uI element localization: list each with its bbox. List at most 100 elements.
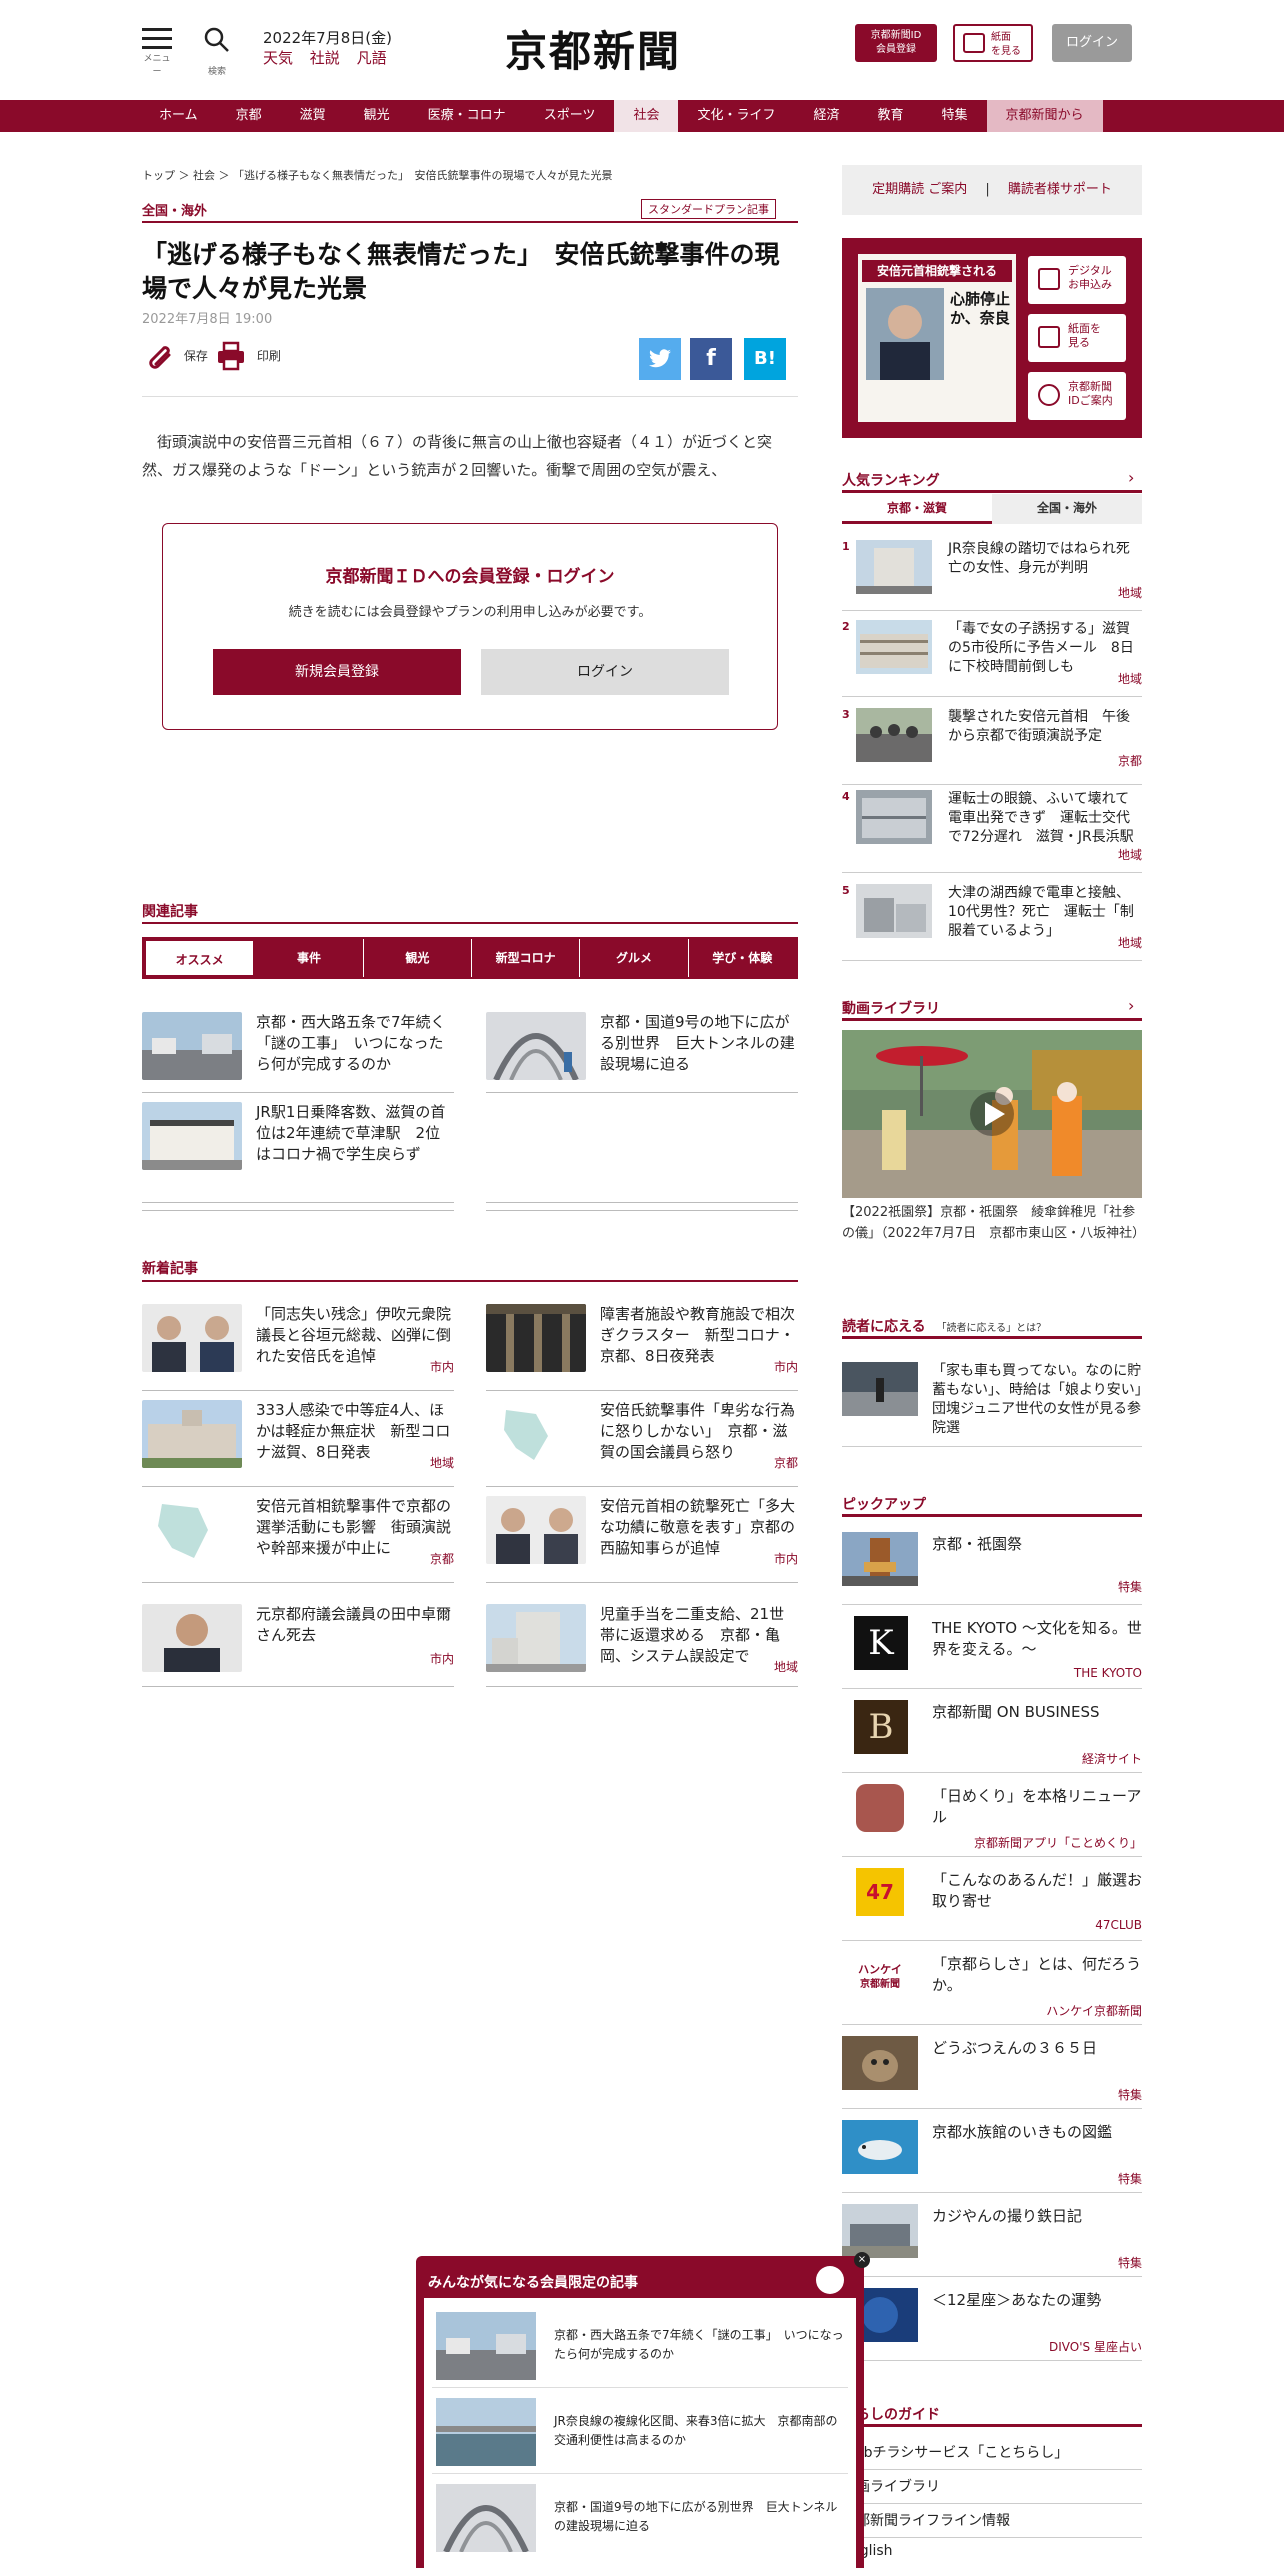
tab-covid[interactable]: 新型コロナ [472,939,581,977]
pickup-item[interactable]: 47 「こんなのあるんだ！」厳選お取り寄せ 47CLUB [842,1868,1142,1941]
pickup-item[interactable]: カジやんの撮り鉄日記 特集 [842,2204,1142,2277]
latest-item-title: 児童手当を二重支給、21世帯に返還求める 京都・亀岡、システム誤設定で [600,1605,785,1665]
member-register-button[interactable]: 京都新聞ID 会員登録 [855,24,937,62]
close-icon[interactable]: × [854,2252,870,2268]
nav-economy[interactable]: 経済 [794,100,858,132]
login-button[interactable]: ログイン [1052,24,1132,62]
chevron-right-icon[interactable]: › [1128,468,1134,487]
pickup-item[interactable]: 京都・祇園祭 特集 [842,1532,1142,1605]
nav-culture-life[interactable]: 文化・ライフ [678,100,794,132]
pickup-item[interactable]: どうぶつえんの３６５日 特集 [842,2036,1142,2109]
reader-item[interactable]: 「家も車も買ってない。なのに貯蓄もない」、時給は「娘より安い」団塊ジュニア世代の… [842,1362,1142,1447]
paper-view-button[interactable]: 紙面 を見る [953,24,1033,62]
quick-link-editorial[interactable]: 社説 [310,49,340,67]
nav-tourism[interactable]: 観光 [345,100,409,132]
ranking-item[interactable]: 5 大津の湖西線で電車と接触、10代男性？死亡 運転士「制服着ているよう」 地域 [842,884,1142,961]
article-category[interactable]: 全国・海外 [142,200,207,219]
nav-kyoto[interactable]: 京都 [217,100,281,132]
id-guide-button[interactable]: 京都新聞 IDご案内 [1028,372,1126,420]
search-button[interactable]: 検索 [200,26,234,77]
ranking-item[interactable]: 4 運転士の眼鏡、ふいて壊れて電車出発できず 運転士交代で72分遅れ 滋賀・JR… [842,790,1142,873]
ranking-item[interactable]: 2 「毒で女の子誘拐する」滋賀の5市役所に予告メール 8日に下校時間前倒しも 地… [842,620,1142,697]
guide-link[interactable]: 動画ライブラリ [842,2470,1142,2504]
site-logo[interactable]: 京都新聞 [505,18,681,79]
reader-about-link[interactable]: 「読者に応える」とは？ [936,1323,1046,1334]
latest-item[interactable]: 障害者施設や教育施設で相次ぎクラスター 新型コロナ・京都、8日夜発表 市内 [486,1304,798,1391]
view-paper-button[interactable]: 紙面を 見る [1028,314,1126,362]
ranking-thumbnail [856,620,932,674]
quick-link-weather[interactable]: 天気 [263,49,293,67]
latest-item[interactable]: 安倍元首相銃撃事件で京都の選挙活動にも影響 街頭演説や幹部来援が中止に 京都 [142,1496,454,1583]
divider [842,1688,1142,1689]
hatena-bookmark-button[interactable]: B! [744,338,786,380]
latest-item-tag: 市内 [773,1360,798,1374]
subscribe-link[interactable]: 定期購読 ご案内 [872,182,967,197]
ranking-item[interactable]: 3 襲撃された安倍元首相 午後から京都で街頭演説予定 京都 [842,708,1142,785]
print-button[interactable]: 印刷 [215,340,281,372]
related-item[interactable]: 京都・国道9号の地下に広がる別世界 巨大トンネルの建設現場に迫る [486,1012,798,1093]
related-item[interactable]: 京都・西大路五条で7年続く「謎の工事」 いつになったら何が完成するのか [142,1012,454,1093]
latest-item-title: 「同志失い残念」伊吹元衆院議長と谷垣元総裁、凶弾に倒れた安倍氏を追悼 [256,1305,452,1365]
pickup-item-tag: DIVO'S 星座占い [1049,2340,1142,2354]
latest-item[interactable]: 333人感染で中等症4人、ほかは軽症か無症状 新型コロナ滋賀、8日発表 地域 [142,1400,454,1487]
digital-apply-button[interactable]: デジタル お申込み [1028,256,1126,304]
printer-icon [218,341,244,371]
twitter-share-button[interactable] [639,338,681,380]
latest-item[interactable]: 安倍氏銃撃事件「卑劣な行為に怒りしかない」 京都・滋賀の国会議員ら怒り 京都 [486,1400,798,1487]
pickup-item[interactable]: ハンケイ 京都新聞 「京都らしさ」とは、何だろうか。 ハンケイ京都新聞 [842,1952,1142,2025]
tab-recommended[interactable]: オススメ [144,939,256,977]
latest-item-title: 安倍氏銃撃事件「卑劣な行為に怒りしかない」 京都・滋賀の国会議員ら怒り [600,1401,796,1461]
gate-login-button[interactable]: ログイン [481,649,729,695]
paper-front-page[interactable]: 安倍元首相銃撃される 心肺停止か、奈良 [858,254,1016,422]
latest-item[interactable]: 「同志失い残念」伊吹元衆院議長と谷垣元総裁、凶弾に倒れた安倍氏を追悼 市内 [142,1304,454,1391]
pickup-item-title: 「日めくり」を本格リニューアル [932,1787,1142,1826]
rank-number: 2 [842,620,850,633]
related-item[interactable]: JR駅1日乗降客数、滋賀の首位は2年連続で草津駅 2位はコロナ禍で学生戻らず [142,1102,454,1203]
pickup-item-tag: 特集 [1117,2088,1142,2102]
guide-link[interactable]: 京都新聞ライフライン情報 [842,2504,1142,2538]
chevron-right-icon[interactable]: › [1128,996,1134,1015]
popup-item[interactable]: 京都・西大路五条で7年続く「謎の工事」 いつになったら何が完成するのか [432,2304,848,2388]
facebook-share-button[interactable]: f [690,338,732,380]
support-link[interactable]: 購読者様サポート [1008,182,1112,197]
video-caption[interactable]: 【2022祇園祭】京都・祇園祭 綾傘鉾稚児「社参の儀」（2022年7月7日 京都… [842,1202,1145,1244]
pickup-item[interactable]: B 京都新聞 ON BUSINESS 経済サイト [842,1700,1142,1773]
new-register-button[interactable]: 新規会員登録 [213,649,461,695]
video-player[interactable] [842,1030,1142,1198]
latest-item[interactable]: 元京都府議会議員の田中卓爾さん死去 市内 [142,1604,454,1687]
nav-home[interactable]: ホーム [140,100,217,132]
ranking-item[interactable]: 1 JR奈良線の踏切ではねられ死亡の女性、身元が判明 地域 [842,540,1142,611]
latest-item[interactable]: 児童手当を二重支給、21世帯に返還求める 京都・亀岡、システム誤設定で 地域 [486,1604,798,1687]
popup-item[interactable]: JR奈良線の複線化区間、来春3倍に拡大 京都南部の交通利便性は高まるのか [432,2390,848,2474]
pickup-item[interactable]: 京都水族館のいきもの図鑑 特集 [842,2120,1142,2193]
pickup-item[interactable]: ＜12星座＞あなたの運勢 DIVO'S 星座占い [842,2288,1142,2361]
nav-sports[interactable]: スポーツ [525,100,615,132]
nav-education[interactable]: 教育 [858,100,922,132]
latest-thumbnail [486,1496,586,1564]
menu-button[interactable]: メニュー [140,28,174,77]
nav-society[interactable]: 社会 [614,100,679,132]
nav-features[interactable]: 特集 [923,100,987,132]
tab-learning[interactable]: 学び・体験 [689,939,796,977]
ranking-tab-national[interactable]: 全国・海外 [992,494,1142,524]
breadcrumb[interactable]: トップ ＞ 社会 ＞ 「逃げる様子もなく無表情だった」 安倍氏銃撃事件の現場で人… [142,167,612,183]
related-item-title: JR駅1日乗降客数、滋賀の首位は2年連続で草津駅 2位はコロナ禍で学生戻らず [256,1103,446,1163]
ranking-tab-kyoto-shiga[interactable]: 京都・滋賀 [842,494,992,524]
nav-from-kyoto-np[interactable]: 京都新聞から [986,100,1103,132]
tab-tourism[interactable]: 観光 [364,939,472,977]
tab-gourmet[interactable]: グルメ [580,939,689,977]
nav-medical-corona[interactable]: 医療・コロナ [409,100,525,132]
pickup-item[interactable]: K THE KYOTO ～文化を知る。世界を変える。～ THE KYOTO [842,1616,1142,1689]
nav-shiga[interactable]: 滋賀 [281,100,345,132]
tab-incident[interactable]: 事件 [255,939,364,977]
save-button[interactable]: 保存 [142,340,208,372]
latest-item[interactable]: 安倍元首相の銃撃死亡「多大な功績に敬意を表す」京都の西脇知事らが追悼 市内 [486,1496,798,1583]
quick-link-bongo[interactable]: 凡語 [357,49,387,67]
guide-link[interactable]: English [842,2534,1142,2568]
pickup-item[interactable]: 「日めくり」を本格リニューアル 京都新聞アプリ「ことめくり」 [842,1784,1142,1857]
guide-link[interactable]: Webチラシサービス「ことちらし」 [842,2436,1142,2470]
pickup-thumbnail [842,1532,918,1586]
popup-item[interactable]: 京都・国道9号の地下に広がる別世界 巨大トンネルの建設現場に迫る [432,2476,848,2560]
paperclip-icon [149,346,171,369]
latest-item-tag: 京都 [429,1552,454,1566]
